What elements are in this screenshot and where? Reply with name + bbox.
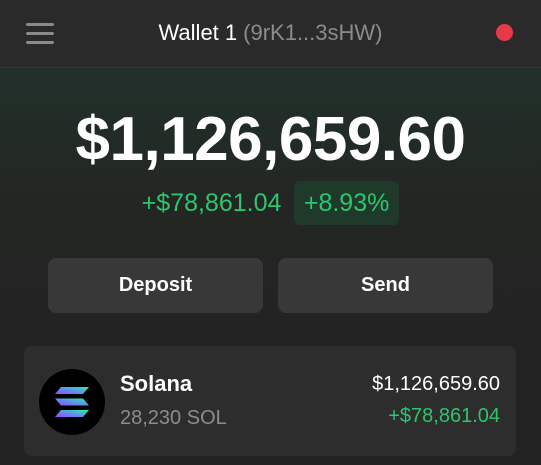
solana-logo-icon — [39, 369, 105, 435]
balance-change-percent-badge: +8.93% — [293, 181, 400, 225]
wallet-app: Wallet 1 (9rK1...3sHW) $1,126,659.60 +$78… — [0, 0, 541, 465]
token-amount: 28,230 SOL — [120, 407, 227, 429]
wallet-name: Wallet 1 — [158, 20, 238, 45]
balance-change-amount: +$78,861.04 — [141, 189, 282, 217]
wallet-selector[interactable]: Wallet 1 (9rK1...3sHW) — [0, 19, 541, 47]
wallet-address: (9rK1...3sHW) — [243, 20, 383, 45]
balance-section: $1,126,659.60 +$78,861.04 +8.93% Deposit… — [0, 68, 541, 465]
token-value: $1,126,659.60 — [372, 373, 500, 395]
balance-change-row: +$78,861.04 +8.93% — [0, 181, 541, 225]
token-name: Solana — [120, 371, 193, 396]
token-list-item-solana[interactable]: Solana 28,230 SOL $1,126,659.60 +$78,861… — [24, 346, 516, 456]
status-indicator-dot[interactable] — [496, 24, 513, 41]
send-button[interactable]: Send — [278, 258, 493, 313]
total-balance: $1,126,659.60 — [75, 105, 467, 174]
token-change: +$78,861.04 — [388, 405, 500, 427]
header-bar: Wallet 1 (9rK1...3sHW) — [0, 0, 541, 68]
deposit-button[interactable]: Deposit — [48, 258, 263, 313]
